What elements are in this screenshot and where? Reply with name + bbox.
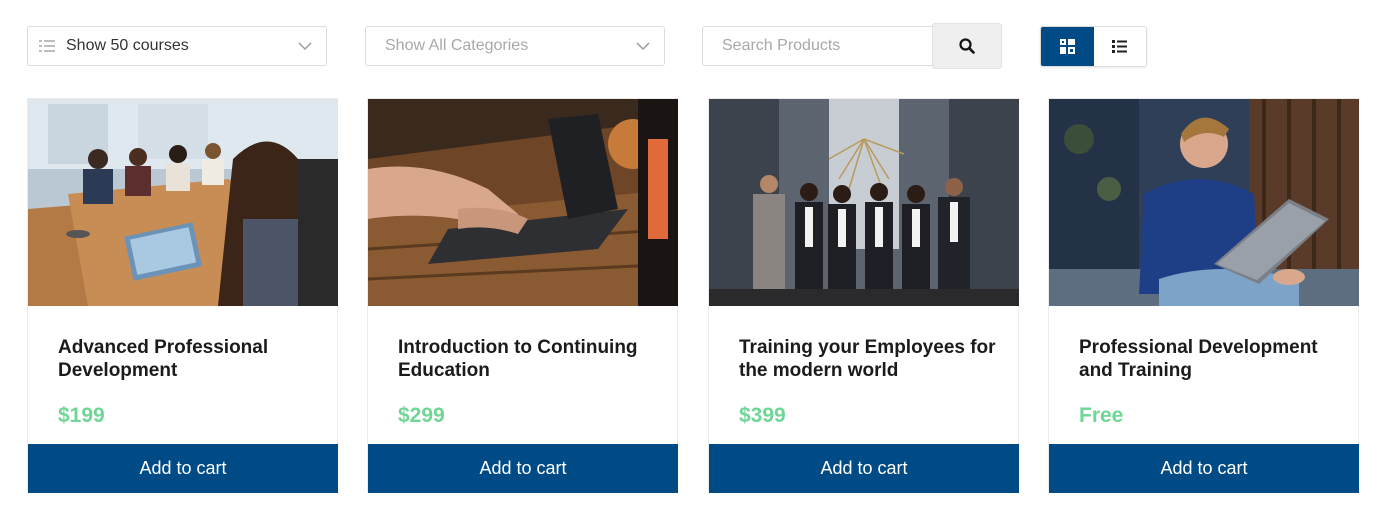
- product-title[interactable]: Advanced Professional Development: [58, 336, 318, 382]
- product-image-team-meeting[interactable]: [28, 99, 338, 306]
- product-image-man-with-laptop[interactable]: [1049, 99, 1359, 306]
- chevron-down-icon: [636, 42, 650, 51]
- view-toggle: [1040, 26, 1147, 67]
- chevron-down-icon: [298, 42, 312, 51]
- product-card: Advanced Professional Development $199 A…: [27, 98, 338, 493]
- grid-view-button[interactable]: [1041, 27, 1094, 66]
- search-icon: [959, 38, 975, 54]
- category-select[interactable]: Show All Categories: [365, 26, 665, 66]
- list-icon: [39, 40, 55, 52]
- add-to-cart-button[interactable]: Add to cart: [709, 444, 1019, 493]
- product-title[interactable]: Training your Employees for the modern w…: [739, 336, 999, 382]
- add-to-cart-button[interactable]: Add to cart: [1049, 444, 1359, 493]
- product-card: Professional Development and Training Fr…: [1048, 98, 1359, 493]
- product-card: Training your Employees for the modern w…: [708, 98, 1019, 493]
- product-title[interactable]: Introduction to Continuing Education: [398, 336, 658, 382]
- shop-toolbar: Show 50 courses Show All Categories: [0, 0, 1382, 90]
- grid-icon: [1059, 39, 1075, 54]
- category-value: Show All Categories: [385, 37, 529, 54]
- list-icon: [1112, 40, 1128, 53]
- product-title[interactable]: Professional Development and Training: [1079, 336, 1339, 382]
- product-image-hands-typing[interactable]: [368, 99, 678, 306]
- add-to-cart-button[interactable]: Add to cart: [28, 444, 338, 493]
- product-price: $399: [739, 404, 786, 427]
- product-search: [702, 23, 1002, 69]
- product-card: Introduction to Continuing Education $29…: [367, 98, 678, 493]
- product-grid: Advanced Professional Development $199 A…: [0, 98, 1382, 498]
- product-price: $299: [398, 404, 445, 427]
- show-count-select[interactable]: Show 50 courses: [27, 26, 327, 66]
- add-to-cart-button[interactable]: Add to cart: [368, 444, 678, 493]
- list-view-button[interactable]: [1093, 27, 1146, 66]
- search-input[interactable]: [702, 26, 932, 66]
- search-button[interactable]: [932, 23, 1002, 69]
- show-count-value: Show 50 courses: [66, 37, 189, 54]
- product-price: Free: [1079, 404, 1124, 427]
- product-image-business-team[interactable]: [709, 99, 1019, 306]
- product-price: $199: [58, 404, 105, 427]
